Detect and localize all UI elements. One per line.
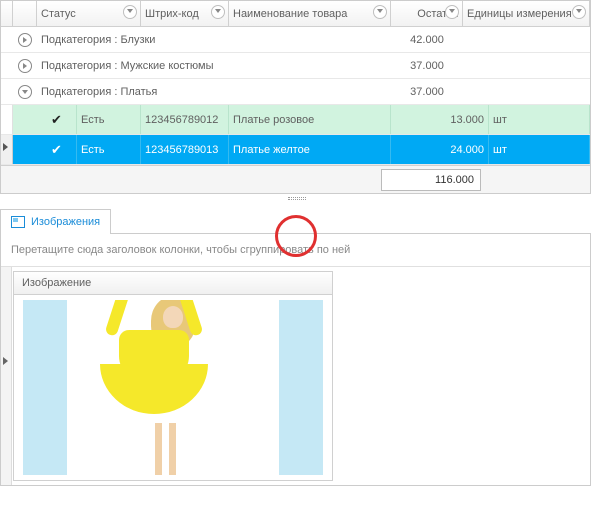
col-status[interactable]: Статус	[37, 1, 141, 26]
group-rest: 42.000	[391, 27, 463, 52]
products-grid: Статус Штрих-код Наименование товара Ост…	[0, 0, 591, 194]
total-value: 116.000	[381, 169, 481, 191]
tab-images[interactable]: Изображения	[0, 209, 111, 234]
cell-status: Есть	[77, 105, 141, 134]
cell-barcode: 123456789013	[141, 135, 229, 164]
check-icon: ✔	[51, 142, 62, 158]
group-rest: 37.000	[391, 79, 463, 104]
col-barcode-label: Штрих-код	[145, 8, 199, 20]
data-row-selected[interactable]: ✔ Есть 123456789013 Платье желтое 24.000…	[1, 135, 590, 165]
group-row[interactable]: Подкатегория : Блузки 42.000	[1, 27, 590, 53]
col-status-label: Статус	[41, 8, 76, 20]
tabs: Изображения	[0, 208, 591, 234]
row-indicator-col	[1, 1, 13, 26]
group-label: Подкатегория : Мужские костюмы	[37, 53, 391, 78]
col-name-label: Наименование товара	[233, 8, 347, 20]
group-label: Подкатегория : Платья	[37, 79, 391, 104]
col-unit[interactable]: Единицы измерения	[463, 1, 590, 26]
funnel-icon[interactable]	[123, 5, 137, 19]
cell-unit: шт	[489, 135, 590, 164]
row-indicator	[1, 105, 13, 134]
data-row[interactable]: ✔ Есть 123456789012 Платье розовое 13.00…	[1, 105, 590, 135]
check-icon: ✔	[51, 112, 62, 128]
cell-rest: 24.000	[391, 135, 489, 164]
col-rest[interactable]: Остаток	[391, 1, 463, 26]
splitter[interactable]	[0, 194, 591, 204]
col-unit-label: Единицы измерения	[467, 8, 572, 20]
tab-label: Изображения	[31, 216, 100, 228]
group-by-hint[interactable]: Перетащите сюда заголовок колонки, чтобы…	[1, 234, 590, 267]
grid-header: Статус Штрих-код Наименование товара Ост…	[1, 1, 590, 27]
expand-col	[13, 1, 37, 26]
image-grid: Изображение	[1, 267, 590, 485]
cell-rest: 13.000	[391, 105, 489, 134]
row-indicator	[1, 135, 13, 164]
group-row[interactable]: Подкатегория : Платья 37.000	[1, 79, 590, 105]
image-icon	[11, 216, 25, 228]
funnel-icon[interactable]	[373, 5, 387, 19]
grid-footer: 116.000	[1, 165, 590, 193]
funnel-icon[interactable]	[445, 5, 459, 19]
cell-status: Есть	[77, 135, 141, 164]
collapse-icon[interactable]	[18, 85, 32, 99]
grip-icon	[288, 197, 306, 200]
cell-name: Платье желтое	[229, 135, 391, 164]
group-row[interactable]: Подкатегория : Мужские костюмы 37.000	[1, 53, 590, 79]
row-indicator	[1, 267, 12, 485]
cell-unit: шт	[489, 105, 590, 134]
cell-name: Платье розовое	[229, 105, 391, 134]
col-barcode[interactable]: Штрих-код	[141, 1, 229, 26]
group-rest: 37.000	[391, 53, 463, 78]
cell-barcode: 123456789012	[141, 105, 229, 134]
col-image[interactable]: Изображение	[13, 271, 333, 295]
group-label: Подкатегория : Блузки	[37, 27, 391, 52]
expand-icon[interactable]	[18, 33, 32, 47]
funnel-icon[interactable]	[572, 5, 586, 19]
product-image	[23, 300, 323, 475]
expand-icon[interactable]	[18, 59, 32, 73]
funnel-icon[interactable]	[211, 5, 225, 19]
images-panel: Перетащите сюда заголовок колонки, чтобы…	[0, 234, 591, 486]
col-name[interactable]: Наименование товара	[229, 1, 391, 26]
image-cell[interactable]	[13, 295, 333, 481]
